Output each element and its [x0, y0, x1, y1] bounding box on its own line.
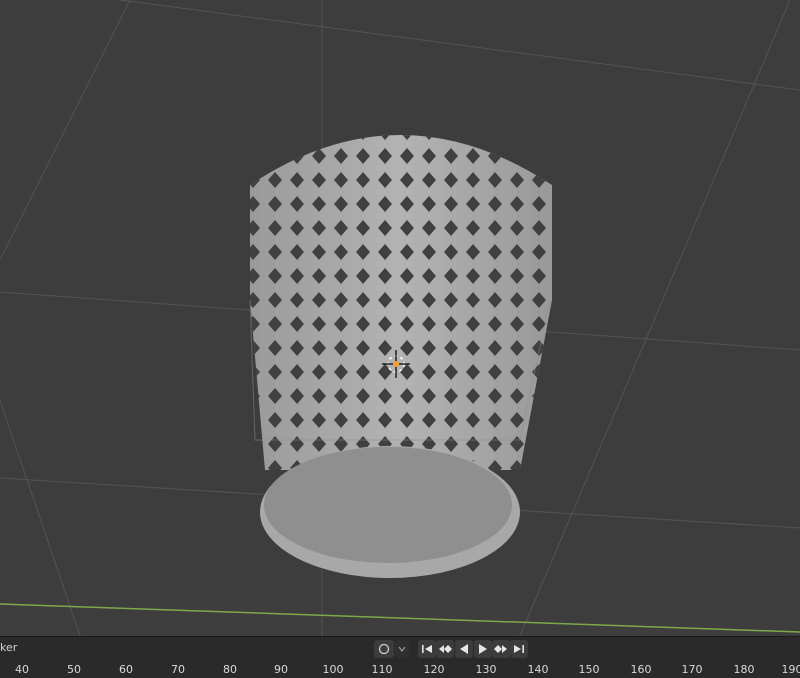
- play-reverse-icon: [460, 644, 468, 654]
- ruler-tick: 60: [119, 663, 133, 676]
- ruler-tick: 70: [171, 663, 185, 676]
- keyframe-dropdown[interactable]: [395, 640, 409, 658]
- ruler-tick: 190: [781, 663, 800, 676]
- ruler-tick: 180: [733, 663, 755, 676]
- ruler-tick: 120: [423, 663, 445, 676]
- jump-to-start-button[interactable]: [418, 640, 436, 658]
- ruler-tick: 100: [322, 663, 344, 676]
- basket-mesh: [249, 135, 552, 578]
- viewport-canvas: [0, 0, 800, 636]
- ruler-tick: 140: [527, 663, 549, 676]
- jump-to-end-button[interactable]: [510, 640, 528, 658]
- jump-to-start-icon: [422, 645, 432, 653]
- chevron-down-icon: [398, 646, 406, 652]
- ruler-tick: 90: [274, 663, 288, 676]
- frame-ruler[interactable]: 40 50 60 70 80 90 100 110 120 130 140 15…: [0, 660, 800, 678]
- auto-keyframe-button[interactable]: [374, 640, 394, 658]
- ruler-tick: 150: [578, 663, 600, 676]
- play-button[interactable]: [474, 640, 492, 658]
- play-reverse-button[interactable]: [455, 640, 473, 658]
- timeline-header: ker: [0, 636, 800, 661]
- ruler-tick: 170: [681, 663, 703, 676]
- ruler-tick: 160: [630, 663, 652, 676]
- ruler-tick: 80: [223, 663, 237, 676]
- jump-to-end-icon: [514, 645, 524, 653]
- marker-menu-label[interactable]: ker: [0, 641, 17, 654]
- previous-keyframe-icon: [439, 645, 452, 653]
- ruler-tick: 110: [371, 663, 393, 676]
- ruler-tick: 130: [475, 663, 497, 676]
- ruler-tick: 50: [67, 663, 81, 676]
- 3d-viewport[interactable]: [0, 0, 800, 636]
- previous-keyframe-button[interactable]: [436, 640, 454, 658]
- next-keyframe-button[interactable]: [492, 640, 510, 658]
- play-icon: [479, 644, 487, 654]
- next-keyframe-icon: [494, 645, 507, 653]
- ruler-tick: 40: [15, 663, 29, 676]
- circle-keyframe-icon: [378, 643, 390, 655]
- x-axis-line: [0, 603, 800, 633]
